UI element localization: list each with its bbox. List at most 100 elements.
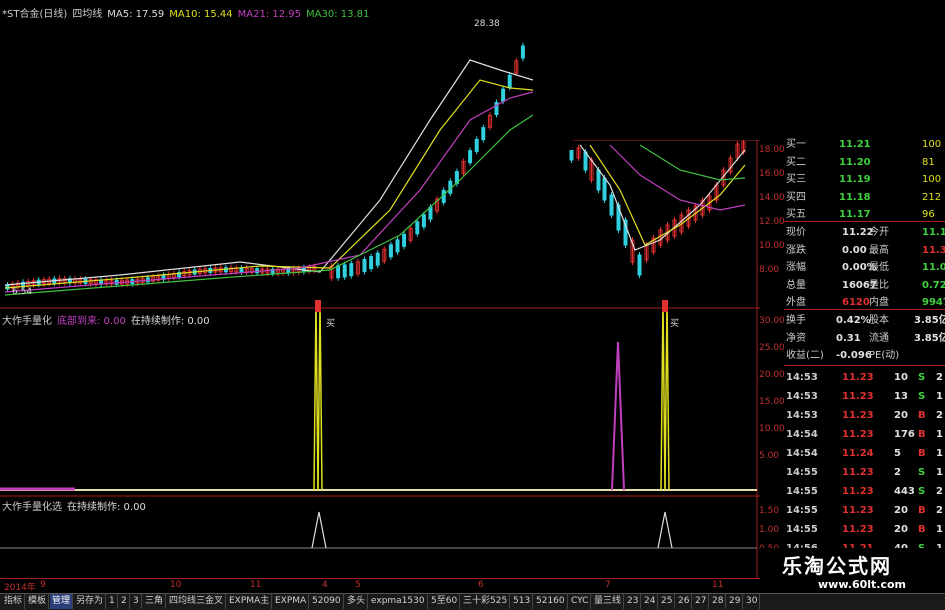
trade-count: 2: [936, 372, 943, 383]
date-label: 4: [322, 580, 328, 590]
date-label: 2014年: [4, 583, 36, 593]
stat-label: 今开: [869, 227, 889, 238]
trade-volume: 5: [894, 448, 901, 459]
candle-body: [362, 258, 367, 272]
stat2-label: 收益(二): [786, 350, 824, 361]
trade-count: 1: [936, 391, 943, 402]
tab-30[interactable]: 30: [744, 594, 761, 609]
trade-price: 11.23: [842, 391, 874, 402]
stat-row: 总量 16067 量比 0.72: [784, 277, 945, 295]
stat-value: 0.00: [842, 244, 867, 256]
tab-1[interactable]: 1: [107, 594, 118, 609]
indicator-tab-bar[interactable]: 指标 模板 管理 另存为 1 2 3 三角 四均线三金叉 EXPMA主 EXPMA 52090 多头 ex…: [0, 593, 945, 610]
price-tick: 8.00: [759, 265, 780, 275]
stat-label: 最低: [869, 262, 889, 273]
tab-expma1530[interactable]: expma1530: [369, 594, 428, 609]
stat2-value: 3.85亿: [914, 332, 945, 344]
price-tick: 14.00: [759, 193, 785, 203]
trade-price: 11.23: [842, 410, 874, 421]
tab-EXPMA主[interactable]: EXPMA主: [227, 594, 273, 609]
trade-row: 14:55 11.23 2 S 1: [784, 463, 945, 482]
trade-row: 14:53 11.23 20 B 2: [784, 406, 945, 425]
stat-value: 0.72: [922, 279, 945, 291]
candle-body: [602, 177, 607, 201]
candle-body: [255, 268, 260, 274]
tab-模板[interactable]: 模板: [26, 594, 50, 609]
tab-25[interactable]: 25: [659, 594, 676, 609]
tab-另存为[interactable]: 另存为: [74, 594, 107, 609]
chart-gap: [533, 140, 573, 150]
bid-label: 买一: [786, 139, 806, 150]
tab-5至60[interactable]: 5至60: [429, 594, 461, 609]
trade-price: 11.23: [842, 467, 874, 478]
bid-label: 买四: [786, 191, 806, 203]
ind1-purple-spike: [611, 341, 625, 491]
stat2-value: 3.85亿: [914, 315, 945, 326]
ind1-tick: 5.00: [759, 451, 780, 461]
trade-side: S: [918, 486, 926, 497]
trade-row: 14:53 11.23 10 S 2: [784, 368, 945, 387]
stat2-value: -0.096: [836, 350, 872, 361]
indicator-name: 四均线: [72, 9, 103, 20]
tab-指标[interactable]: 指标: [2, 594, 26, 609]
candle-body: [501, 88, 506, 102]
date-label: 5: [355, 580, 361, 590]
bid-volume: 81: [922, 156, 935, 168]
high-annotation: 28.38: [474, 19, 500, 29]
ind2-spike: [311, 511, 327, 549]
indicator1-name: 大作手量化: [2, 316, 52, 327]
tab-EXPMA[interactable]: EXPMA: [273, 594, 310, 609]
candle-body: [349, 263, 354, 277]
trade-side: B: [918, 524, 926, 535]
ind1-spike: [664, 299, 670, 491]
trade-row: 14:55 11.23 20 B 2: [784, 501, 945, 520]
stat-row: 现价11.22今开11.16: [784, 224, 945, 242]
tab-CYC[interactable]: CYC: [569, 594, 592, 609]
tab-2[interactable]: 2: [119, 594, 130, 609]
tab-24[interactable]: 24: [642, 594, 659, 609]
trade-count: 2: [936, 486, 943, 497]
chart-gap: [533, 20, 760, 140]
tab-量三线[interactable]: 量三线: [592, 594, 625, 609]
tab-29[interactable]: 29: [727, 594, 744, 609]
tab-26[interactable]: 26: [676, 594, 693, 609]
candle-body: [637, 254, 642, 276]
tab-3[interactable]: 3: [131, 594, 142, 609]
trade-time: 14:53: [786, 372, 818, 383]
trade-time: 14:54: [786, 429, 818, 440]
trade-price: 11.23: [842, 372, 874, 383]
tab-多头[interactable]: 多头: [345, 594, 369, 609]
ind1-tick: 15.00: [759, 397, 785, 407]
tab-52160[interactable]: 52160: [534, 594, 568, 609]
candle-body: [428, 206, 433, 220]
tab-四均线三金叉[interactable]: 四均线三金叉: [167, 594, 227, 609]
buy-signal-1: 买: [326, 319, 336, 329]
trade-price: 11.23: [842, 505, 874, 516]
trade-count: 1: [936, 467, 943, 478]
stat2-row: 收益(二) -0.096 PE(动): [784, 347, 945, 365]
tab-27[interactable]: 27: [693, 594, 710, 609]
stat2-label: 股本: [869, 315, 889, 326]
date-label: 11: [250, 580, 262, 590]
tab-三十彩525[interactable]: 三十彩525: [461, 594, 511, 609]
trade-side: S: [918, 467, 926, 478]
stat-label: 量比: [869, 279, 889, 291]
candle-body: [569, 149, 574, 161]
stat2-row: 换手 0.42% 股本 3.85亿: [784, 312, 945, 330]
stat-label: 涨幅: [786, 262, 806, 273]
tab-管理[interactable]: 管理: [50, 594, 74, 609]
ma10-line-left: [4, 79, 534, 289]
buy-signal-2: 买: [670, 319, 680, 329]
trade-volume: 13: [894, 391, 908, 402]
trade-count: 1: [936, 524, 943, 535]
tab-三角[interactable]: 三角: [143, 594, 167, 609]
ind1-tick: 20.00: [759, 370, 785, 380]
ind1-spike: [660, 299, 666, 491]
tab-52090[interactable]: 52090: [310, 594, 344, 609]
trade-count: 1: [936, 429, 943, 440]
trade-time: 14:55: [786, 467, 818, 478]
tab-28[interactable]: 28: [710, 594, 727, 609]
trade-time: 14:54: [786, 448, 818, 459]
tab-23[interactable]: 23: [625, 594, 642, 609]
tab-513[interactable]: 513: [511, 594, 534, 609]
